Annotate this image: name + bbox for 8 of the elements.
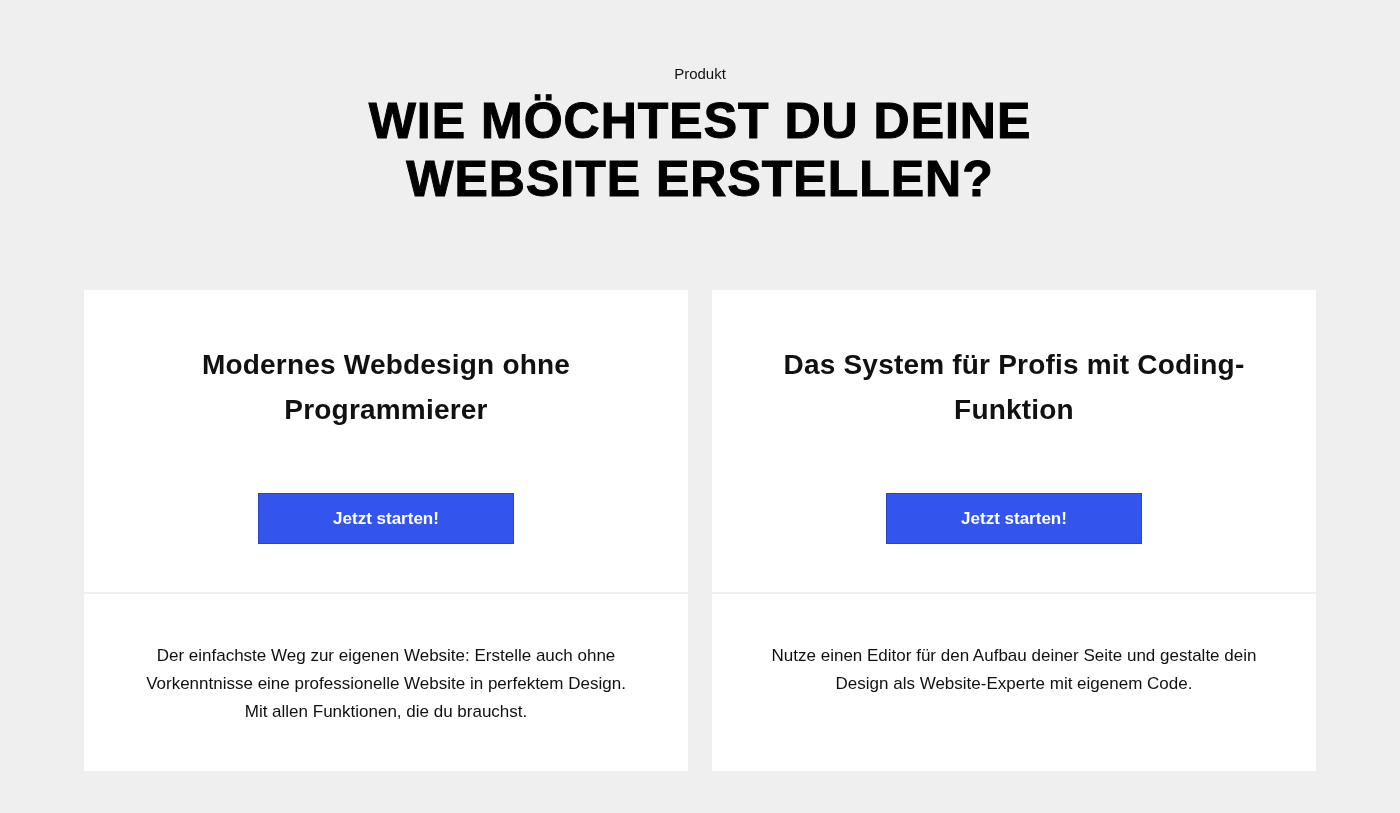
start-button[interactable]: Jetzt starten! [258,493,514,544]
card-description: Der einfachste Weg zur eigenen Website: Erstelle auch ohne Vorkenntnisse eine professionelle Website in perfektem Design. Mit allen Funktionen, die du brauchst. [145,645,627,723]
card-title: Das System für Profis mit Coding-Funktion [782,348,1246,427]
start-button[interactable]: Jetzt starten! [886,493,1142,544]
card-title: Modernes Webdesign ohne Programmierer [200,348,572,427]
card-description: Nutze einen Editor für den Aufbau deiner Seite und gestalte dein Design als Website-Experte mit eigenem Code. [770,645,1258,695]
section-label: Produkt [674,64,726,84]
page-heading: WIE MÖCHTEST DU DEINE WEBSITE ERSTELLEN? [367,92,1033,208]
